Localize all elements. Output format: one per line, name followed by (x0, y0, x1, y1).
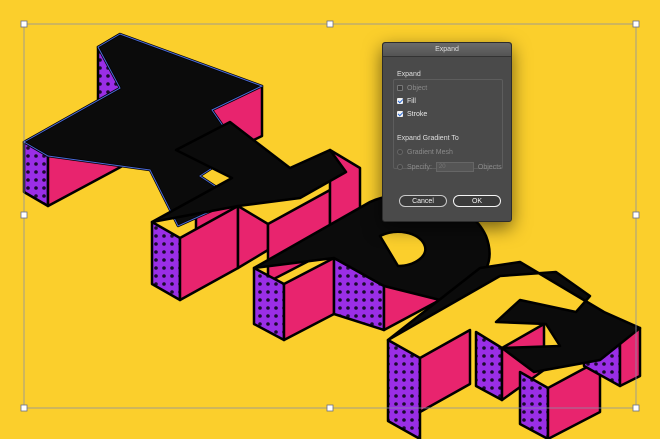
cancel-button[interactable]: Cancel (399, 195, 447, 207)
ok-button[interactable]: OK (453, 195, 501, 207)
artboard-canvas[interactable] (0, 0, 660, 439)
fill-checkbox[interactable] (397, 98, 403, 104)
objects-label: Objects (477, 163, 502, 171)
gradient-section-label: Expand Gradient To (397, 135, 459, 142)
expand-dialog: Expand Expand Object Fill Stroke Expand … (382, 42, 512, 222)
specify-radio[interactable] (397, 164, 403, 170)
object-label: Object (407, 84, 428, 92)
dialog-title: Expand (383, 43, 511, 57)
gradient-mesh-option[interactable]: Gradient Mesh (397, 147, 453, 157)
fill-option[interactable]: Fill (397, 96, 416, 106)
gradient-mesh-radio[interactable] (397, 149, 403, 155)
specify-input[interactable]: 20 (435, 162, 474, 172)
object-checkbox[interactable] (397, 85, 403, 91)
fill-label: Fill (407, 97, 416, 105)
stroke-label: Stroke (407, 110, 428, 118)
stroke-checkbox[interactable] (397, 111, 403, 117)
gradient-mesh-label: Gradient Mesh (407, 148, 453, 156)
stroke-option[interactable]: Stroke (397, 109, 427, 119)
specify-label: Specify: (407, 163, 432, 171)
object-option[interactable]: Object (397, 83, 427, 93)
specify-option[interactable]: Specify: 20 Objects (397, 162, 502, 172)
expand-section-label: Expand (397, 71, 421, 78)
